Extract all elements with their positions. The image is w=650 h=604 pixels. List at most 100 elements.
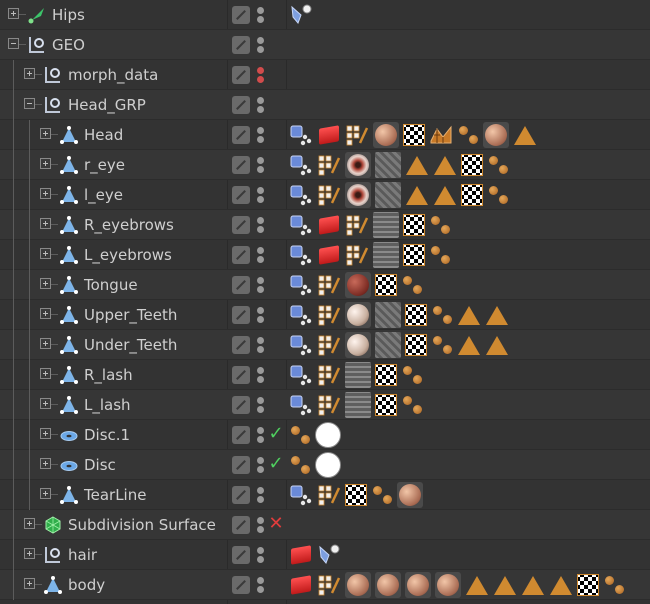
object-name[interactable]: R_lash bbox=[84, 366, 133, 384]
object-row[interactable]: Under_Teeth bbox=[0, 330, 650, 360]
xpresso-tag-icon[interactable] bbox=[289, 303, 313, 327]
eye-material-tag-icon[interactable] bbox=[345, 152, 371, 178]
checker-material-tag-icon[interactable] bbox=[345, 484, 367, 506]
xpresso-tag-icon[interactable] bbox=[289, 243, 313, 267]
xpresso-tag-icon[interactable] bbox=[289, 273, 313, 297]
checker-material-tag-icon[interactable] bbox=[375, 394, 397, 416]
expand-toggle[interactable] bbox=[40, 368, 51, 379]
triangle-tag-icon[interactable] bbox=[514, 125, 536, 145]
editor-render-toggle[interactable] bbox=[232, 6, 250, 24]
editor-render-toggle[interactable] bbox=[232, 156, 250, 174]
checker-material-tag-icon[interactable] bbox=[403, 124, 425, 146]
texture-material-tag-icon[interactable] bbox=[375, 182, 401, 208]
uvw-tag-icon[interactable] bbox=[317, 273, 341, 297]
object-name[interactable]: r_eye bbox=[84, 156, 125, 174]
object-name[interactable]: Tongue bbox=[84, 276, 138, 294]
visibility-dots[interactable] bbox=[257, 186, 265, 204]
xpresso-tag-icon[interactable] bbox=[289, 483, 313, 507]
visibility-dots[interactable] bbox=[257, 456, 265, 474]
object-row[interactable]: Disc ✓ bbox=[0, 450, 650, 480]
object-name[interactable]: Subdivision Surface bbox=[68, 516, 216, 534]
texture-material-tag-icon[interactable] bbox=[373, 212, 399, 238]
skin-material-tag-icon[interactable] bbox=[373, 122, 399, 148]
editor-render-toggle[interactable] bbox=[232, 216, 250, 234]
dots-tag-icon[interactable] bbox=[431, 333, 453, 357]
xpresso-tag-icon[interactable] bbox=[289, 153, 313, 177]
editor-render-toggle[interactable] bbox=[232, 546, 250, 564]
object-row[interactable]: GEO bbox=[0, 30, 650, 60]
editor-render-toggle[interactable] bbox=[232, 336, 250, 354]
visibility-dots[interactable] bbox=[257, 336, 265, 354]
triangle-tag-icon[interactable] bbox=[466, 575, 488, 595]
object-row[interactable]: morph_data bbox=[0, 60, 650, 90]
triangle-tag-icon[interactable] bbox=[458, 335, 480, 355]
expand-toggle[interactable] bbox=[40, 188, 51, 199]
checker-material-tag-icon[interactable] bbox=[403, 214, 425, 236]
disabled-x-icon[interactable]: ✕ bbox=[266, 514, 286, 534]
skin-material-tag-icon[interactable] bbox=[345, 572, 371, 598]
triangle-tag-icon[interactable] bbox=[434, 155, 456, 175]
expand-toggle[interactable] bbox=[40, 488, 51, 499]
editor-render-toggle[interactable] bbox=[232, 246, 250, 264]
object-row[interactable]: Disc.1 ✓ bbox=[0, 420, 650, 450]
expand-toggle[interactable] bbox=[40, 308, 51, 319]
enabled-check-icon[interactable]: ✓ bbox=[266, 454, 286, 474]
checker-material-tag-icon[interactable] bbox=[375, 274, 397, 296]
visibility-dots[interactable] bbox=[257, 66, 265, 84]
object-row[interactable]: body bbox=[0, 570, 650, 600]
object-row[interactable]: Hips bbox=[0, 0, 650, 30]
checker-material-tag-icon[interactable] bbox=[461, 184, 483, 206]
dots-tag-icon[interactable] bbox=[401, 393, 423, 417]
object-name[interactable]: body bbox=[68, 576, 105, 594]
skin-material-tag-icon[interactable] bbox=[405, 572, 431, 598]
checker-material-tag-icon[interactable] bbox=[405, 304, 427, 326]
object-name[interactable]: TearLine bbox=[84, 486, 146, 504]
weight-tag-icon[interactable] bbox=[429, 123, 453, 147]
object-row[interactable]: Tongue bbox=[0, 270, 650, 300]
object-name[interactable]: L_lash bbox=[84, 396, 131, 414]
object-row[interactable]: TearLine bbox=[0, 480, 650, 510]
eye-material-tag-icon[interactable] bbox=[345, 182, 371, 208]
editor-render-toggle[interactable] bbox=[232, 36, 250, 54]
dots-tag-icon[interactable] bbox=[429, 213, 451, 237]
enabled-check-icon[interactable]: ✓ bbox=[266, 424, 286, 444]
expand-toggle[interactable] bbox=[40, 398, 51, 409]
selection-tag-icon[interactable] bbox=[317, 243, 341, 267]
teeth-material-tag-icon[interactable] bbox=[345, 332, 371, 358]
xpresso-tag-icon[interactable] bbox=[289, 333, 313, 357]
uvw-tag-icon[interactable] bbox=[317, 183, 341, 207]
dots-tag-icon[interactable] bbox=[401, 273, 423, 297]
expand-toggle[interactable] bbox=[40, 158, 51, 169]
editor-render-toggle[interactable] bbox=[232, 306, 250, 324]
object-name[interactable]: Disc.1 bbox=[84, 426, 130, 444]
xpresso-tag-icon[interactable] bbox=[289, 123, 313, 147]
uvw-tag-icon[interactable] bbox=[317, 363, 341, 387]
dots-tag-icon[interactable] bbox=[431, 303, 453, 327]
object-name[interactable]: R_eyebrows bbox=[84, 216, 174, 234]
visibility-dots[interactable] bbox=[257, 426, 265, 444]
visibility-dots[interactable] bbox=[257, 216, 265, 234]
visibility-dots[interactable] bbox=[257, 36, 265, 54]
pose-morph-tag-icon[interactable] bbox=[317, 543, 341, 567]
expand-toggle[interactable] bbox=[8, 8, 19, 19]
object-name[interactable]: Hips bbox=[52, 6, 85, 24]
editor-render-toggle[interactable] bbox=[232, 516, 250, 534]
uvw-tag-icon[interactable] bbox=[317, 303, 341, 327]
dots-tag-icon[interactable] bbox=[457, 123, 479, 147]
editor-render-toggle[interactable] bbox=[232, 66, 250, 84]
checker-material-tag-icon[interactable] bbox=[461, 154, 483, 176]
triangle-tag-icon[interactable] bbox=[486, 305, 508, 325]
editor-render-toggle[interactable] bbox=[232, 396, 250, 414]
collapse-toggle[interactable] bbox=[8, 38, 19, 49]
xpresso-tag-icon[interactable] bbox=[289, 213, 313, 237]
selection-tag-icon[interactable] bbox=[289, 543, 313, 567]
object-row[interactable]: L_lash bbox=[0, 390, 650, 420]
expand-toggle[interactable] bbox=[40, 458, 51, 469]
object-row[interactable]: L_eyebrows bbox=[0, 240, 650, 270]
skin-material-tag-icon[interactable] bbox=[435, 572, 461, 598]
object-name[interactable]: hair bbox=[68, 546, 97, 564]
visibility-dots[interactable] bbox=[257, 246, 265, 264]
object-row[interactable]: Upper_Teeth bbox=[0, 300, 650, 330]
object-name[interactable]: Head_GRP bbox=[68, 96, 146, 114]
white-material-tag-icon[interactable] bbox=[315, 422, 341, 448]
